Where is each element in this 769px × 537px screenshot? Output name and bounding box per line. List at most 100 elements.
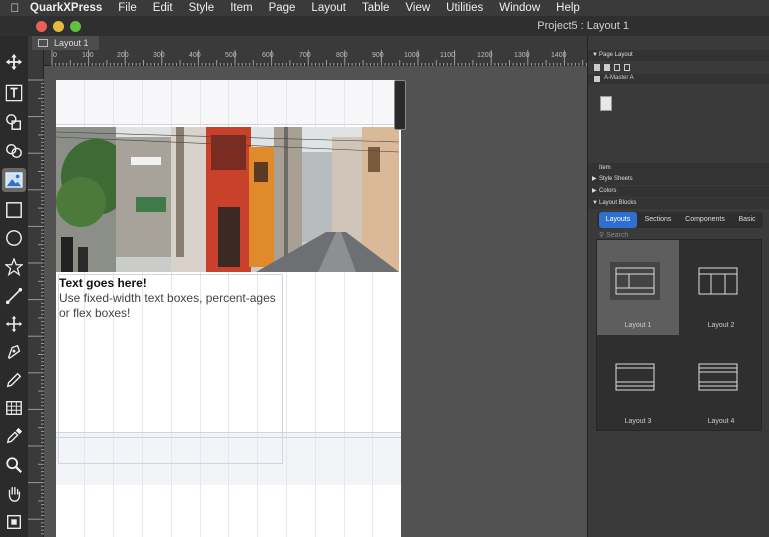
eyedropper-tool-icon[interactable] <box>2 424 26 448</box>
master-label: A-Master A <box>604 75 634 81</box>
item-move-tool-icon[interactable] <box>2 50 26 74</box>
menu-table[interactable]: Table <box>362 2 390 14</box>
layout-3-label: Layout 3 <box>624 418 652 425</box>
picture-content-tool-icon[interactable] <box>2 168 26 192</box>
page-layout-header[interactable]: ▼ Page Layout <box>588 50 769 61</box>
layout-block-1[interactable]: Layout 1 <box>597 240 679 335</box>
layout-2-thumbnail <box>698 267 738 295</box>
master-icon <box>594 76 600 82</box>
blank-page-icon[interactable] <box>594 64 600 71</box>
pan-hand-tool-icon[interactable] <box>2 482 26 506</box>
zoom-button[interactable] <box>70 21 81 32</box>
layout-2-label: Layout 2 <box>707 322 735 329</box>
bezier-pen-tool-icon[interactable] <box>2 340 26 364</box>
link-unlink-tool-icon[interactable] <box>2 139 26 163</box>
freehand-pencil-tool-icon[interactable] <box>2 368 26 392</box>
tools-palette <box>0 36 28 537</box>
layout-1-label: Layout 1 <box>624 322 652 329</box>
app-window:  QuarkXPress File Edit Style Item Page … <box>0 0 769 537</box>
style-sheets-header[interactable]: ▶ Style Sheets <box>588 174 769 185</box>
ruler-label: 1400 <box>551 52 567 59</box>
text-heading[interactable]: Text goes here! <box>59 276 147 290</box>
vertical-ruler[interactable] <box>28 50 44 537</box>
tab-components[interactable]: Components <box>679 212 731 228</box>
layout-tab-bar: Layout 1 <box>28 36 587 50</box>
app-menu[interactable]: QuarkXPress <box>30 2 102 14</box>
layout-search[interactable]: ⚲ Search <box>599 231 628 239</box>
master-row[interactable]: A-Master A <box>588 74 769 84</box>
horizontal-guide <box>56 432 401 433</box>
layout-3-thumbnail <box>615 363 655 391</box>
menu-window[interactable]: Window <box>499 2 540 14</box>
close-button[interactable] <box>36 21 47 32</box>
oval-box-tool-icon[interactable] <box>2 226 26 250</box>
style-sheets-title: Style Sheets <box>599 176 633 182</box>
menu-item[interactable]: Item <box>230 2 252 14</box>
text-body[interactable]: Use fixed-width text boxes, percent-ages… <box>59 291 281 321</box>
menu-help[interactable]: Help <box>556 2 580 14</box>
rectangle-box-tool-icon[interactable] <box>2 198 26 222</box>
menu-utilities[interactable]: Utilities <box>446 2 483 14</box>
text-linking-tool-icon[interactable] <box>2 110 26 134</box>
horizontal-guide <box>56 124 401 125</box>
page-thumbnail[interactable] <box>600 96 612 111</box>
page-layout-toolbar <box>594 63 764 72</box>
layout-block-3[interactable]: Layout 3 <box>597 336 679 431</box>
window-title: Project5 : Layout 1 <box>537 20 629 32</box>
street-photo <box>56 127 399 272</box>
layout-blocks-grid: Layout 1 Layout 2 Layout 3 Layout 4 <box>596 239 762 431</box>
layout-frame-tool-icon[interactable] <box>2 510 26 534</box>
tab-layout-1-label: Layout 1 <box>54 38 89 48</box>
ruler-label: 1200 <box>477 52 493 59</box>
text-content-tool-icon[interactable] <box>2 81 26 105</box>
master-page-icon[interactable] <box>604 64 610 71</box>
minimize-button[interactable] <box>53 21 64 32</box>
ruler-label: 0 <box>53 52 57 59</box>
menu-edit[interactable]: Edit <box>153 2 173 14</box>
layout-blocks-header[interactable]: ▼ Layout Blocks <box>588 198 769 209</box>
menu-bar:  QuarkXPress File Edit Style Item Page … <box>0 0 769 16</box>
tab-layouts[interactable]: Layouts <box>599 212 637 228</box>
colors-title: Colors <box>599 188 617 194</box>
delete-icon[interactable] <box>624 64 630 71</box>
ruler-label: 1000 <box>404 52 420 59</box>
line-tool-icon[interactable] <box>2 284 26 308</box>
apple-menu-icon[interactable]:  <box>0 1 30 15</box>
tab-layout-1[interactable]: Layout 1 <box>32 36 99 50</box>
layout-page[interactable]: Text goes here! Use fixed-width text box… <box>56 80 401 537</box>
layout-resize-handle[interactable] <box>394 80 406 130</box>
zoom-tool-icon[interactable] <box>2 453 26 477</box>
layout-4-thumbnail <box>698 363 738 391</box>
layout-4-label: Layout 4 <box>707 418 735 425</box>
item-title: Item <box>599 165 611 171</box>
layout-icon <box>38 39 48 47</box>
layout-block-2[interactable]: Layout 2 <box>680 240 762 335</box>
layout-block-4[interactable]: Layout 4 <box>680 336 762 431</box>
picture-box[interactable] <box>56 127 399 272</box>
ruler-label: 1100 <box>440 52 456 59</box>
ruler-label: 600 <box>262 52 274 59</box>
item-header[interactable]: Item <box>588 163 769 174</box>
table-tool-icon[interactable] <box>2 396 26 420</box>
colors-header[interactable]: ▶ Colors <box>588 186 769 197</box>
star-box-tool-icon[interactable] <box>2 255 26 279</box>
menu-file[interactable]: File <box>118 2 137 14</box>
window-title-bar: Project5 : Layout 1 <box>0 16 769 36</box>
menu-view[interactable]: View <box>405 2 430 14</box>
pasteboard[interactable]: Text goes here! Use fixed-width text box… <box>44 66 587 537</box>
ruler-label: 800 <box>336 52 348 59</box>
search-placeholder: Search <box>606 232 629 239</box>
tab-sections[interactable]: Sections <box>639 212 677 228</box>
duplicate-icon[interactable] <box>614 64 620 71</box>
menu-page[interactable]: Page <box>269 2 296 14</box>
menu-style[interactable]: Style <box>189 2 215 14</box>
layout-blocks-title: Layout Blocks <box>599 200 637 206</box>
horizontal-guide <box>56 437 401 438</box>
pan-cross-tool-icon[interactable] <box>2 312 26 336</box>
layout-1-thumbnail <box>610 262 660 300</box>
horizontal-ruler[interactable]: 0 100 200 300 400 500 600 700 800 900 10… <box>44 50 587 66</box>
menu-layout[interactable]: Layout <box>311 2 346 14</box>
page-layout-title: Page Layout <box>599 52 633 58</box>
tab-basic[interactable]: Basic <box>733 212 761 228</box>
layout-blocks-tabs: Layouts Sections Components Basic <box>597 212 763 228</box>
